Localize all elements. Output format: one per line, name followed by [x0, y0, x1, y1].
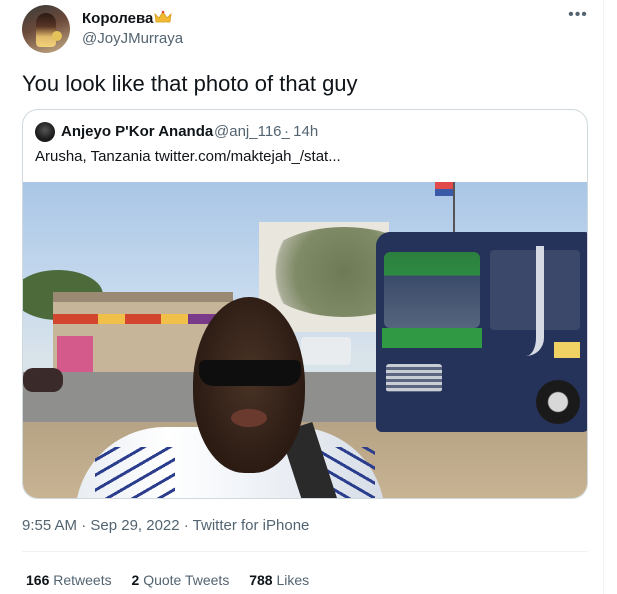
quote-tweets-count: 2 [131, 572, 140, 588]
likes-label: Likes [276, 572, 310, 588]
avatar-flower [52, 31, 62, 41]
tweet-card: Королева @JoyJMurraya ••• You look like … [0, 0, 604, 594]
bus-destination-band [382, 328, 482, 348]
author-name[interactable]: Королева [82, 10, 172, 27]
bus-grill [386, 364, 442, 392]
tweet-text: You look like that photo of that guy [22, 71, 358, 96]
quoted-tweet[interactable]: Anjeyo P'Kor Ananda @anj_116_ · 14h Arus… [22, 109, 588, 499]
person-sunglasses [199, 360, 301, 386]
author-handle[interactable]: @JoyJMurraya [82, 30, 183, 47]
quote-tweets-label: Quote Tweets [143, 572, 230, 588]
bus-swoosh [526, 246, 544, 356]
quoted-tweet-time[interactable]: · 14h [284, 123, 318, 140]
bus-windshield [384, 252, 480, 328]
retweets-stat[interactable]: 166 Retweets [26, 572, 112, 588]
likes-count: 788 [249, 572, 273, 588]
author-avatar[interactable] [22, 5, 70, 53]
bus-label [554, 342, 580, 358]
photo-person [75, 297, 385, 498]
retweets-count: 166 [26, 572, 50, 588]
author-display-name[interactable]: Королева [82, 10, 153, 27]
quoted-time-value[interactable]: 14h [293, 123, 318, 140]
photo-flag [435, 182, 453, 196]
more-options-button[interactable]: ••• [566, 6, 590, 26]
jacket-stripes-left [95, 447, 175, 498]
quote-tweets-stat[interactable]: 2 Quote Tweets [132, 572, 230, 588]
crown-icon [154, 10, 172, 23]
photo-bus [376, 232, 587, 432]
bus-wheel [536, 380, 580, 424]
time-separator: · [284, 123, 289, 140]
photo-flag-pole [453, 182, 455, 232]
tweet-timestamp[interactable]: 9:55 AM · Sep 29, 2022 · Twitter for iPh… [22, 517, 309, 534]
quoted-author-name[interactable]: Anjeyo P'Kor Ananda [61, 123, 213, 140]
quoted-tweet-photo[interactable] [23, 182, 587, 498]
quoted-author-avatar[interactable] [35, 122, 55, 142]
likes-stat[interactable]: 788 Likes [249, 572, 309, 588]
person-mouth [231, 409, 267, 427]
quoted-author-handle[interactable]: @anj_116_ [214, 123, 290, 140]
stats-divider [22, 551, 588, 552]
retweets-label: Retweets [53, 572, 112, 588]
avatar-figure [36, 13, 56, 47]
photo-motorcycle [23, 368, 63, 392]
tweet-stats: 166 Retweets 2 Quote Tweets 788 Likes [26, 572, 325, 588]
quoted-tweet-text: Arusha, Tanzania twitter.com/maktejah_/s… [35, 148, 341, 165]
